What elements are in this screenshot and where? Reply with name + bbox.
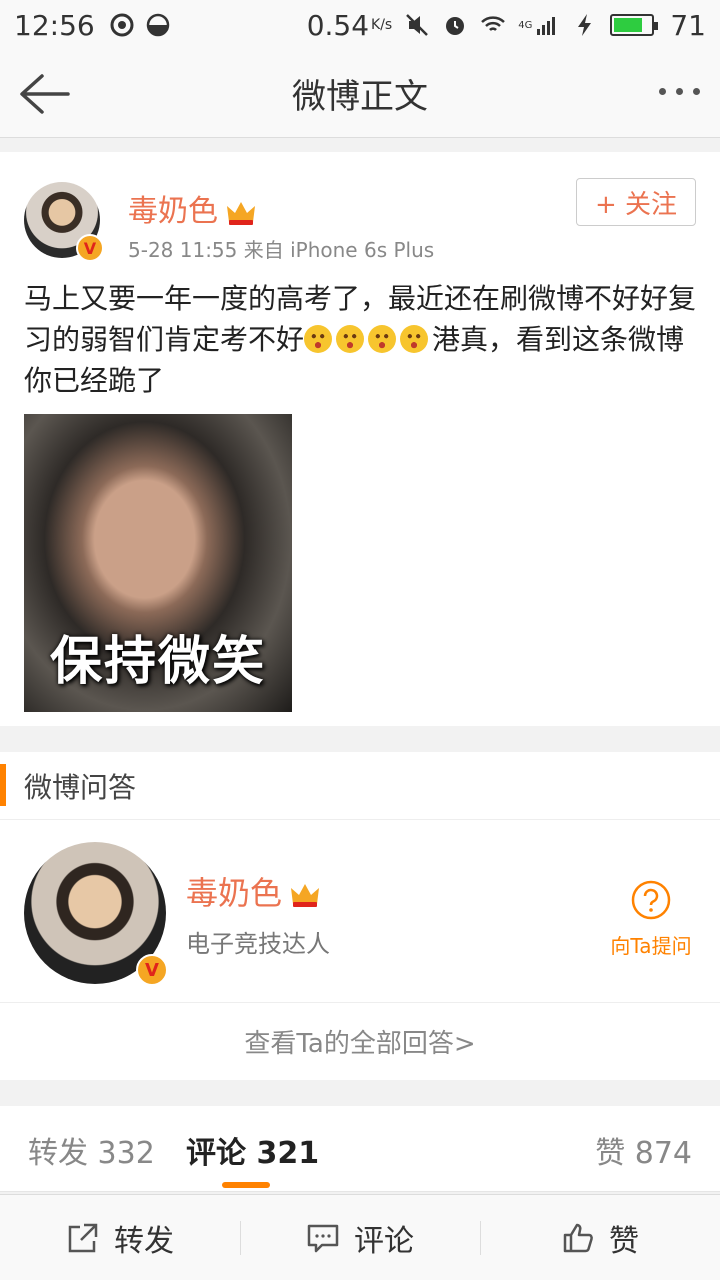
post-meta: 5-28 11:55 来自 iPhone 6s Plus xyxy=(128,238,435,262)
qa-card: 微博问答 V 毒奶色 电子竞技达人 向Ta提问 查看Ta的全部回答> xyxy=(0,752,720,1080)
wifi-icon xyxy=(481,16,506,31)
emoji-icon xyxy=(304,325,333,353)
emoji-icon xyxy=(368,325,397,353)
post-image[interactable]: 保持微笑 xyxy=(24,414,292,712)
verified-badge-icon: V xyxy=(136,954,168,986)
nav-bar: 微博正文 xyxy=(0,50,720,138)
charging-icon xyxy=(578,14,592,36)
net-speed-unit: K/s xyxy=(371,17,393,33)
status-time: 12:56 xyxy=(14,8,95,42)
view-all-answers-link[interactable]: 查看Ta的全部回答> xyxy=(0,1002,720,1080)
tab-repost[interactable]: 转发 332 xyxy=(28,1128,155,1172)
alarm-icon xyxy=(446,17,465,35)
verified-badge-icon: V xyxy=(76,234,104,262)
post-text: 马上又要一年一度的高考了，最近还在刷微博不好好复习的弱智们肯定考不好 港真，看到这… xyxy=(24,282,697,397)
battery-icon xyxy=(610,14,659,36)
bottom-toolbar: 转发 评论 赞 xyxy=(0,1194,720,1280)
tab-comment[interactable]: 评论 321 xyxy=(186,1128,319,1172)
signal-icon xyxy=(537,17,556,35)
back-arrow-icon[interactable] xyxy=(18,72,70,116)
thumbs-up-icon xyxy=(563,1223,593,1252)
qa-name[interactable]: 毒奶色 xyxy=(186,868,320,914)
repost-icon xyxy=(68,1223,98,1252)
tab-like[interactable]: 赞 874 xyxy=(595,1128,692,1172)
sync-icon xyxy=(110,13,134,37)
author-name[interactable]: 毒奶色 xyxy=(128,186,256,230)
image-caption: 保持微笑 xyxy=(49,632,266,692)
half-circle-icon xyxy=(146,13,169,37)
emoji-icon xyxy=(336,325,365,353)
comment-icon xyxy=(307,1224,339,1252)
interaction-tabs: 转发 332 评论 321 赞 874 xyxy=(0,1106,720,1192)
question-icon xyxy=(631,880,671,920)
repost-button[interactable]: 转发 xyxy=(0,1195,240,1280)
like-button[interactable]: 赞 xyxy=(480,1195,720,1280)
crown-badge-icon xyxy=(227,201,255,225)
post-card: V 毒奶色 5-28 11:55 来自 iPhone 6s Plus + 关注 … xyxy=(0,152,720,726)
ask-question-button[interactable]: 向Ta提问 xyxy=(606,880,696,959)
emoji-icon xyxy=(400,325,429,353)
signal-label: 4G xyxy=(518,19,533,31)
tab-active-indicator xyxy=(222,1182,270,1188)
more-options-icon[interactable] xyxy=(659,88,700,95)
follow-button[interactable]: + 关注 xyxy=(576,178,696,226)
page-title: 微博正文 xyxy=(292,77,428,117)
net-speed: 0.54 xyxy=(306,8,370,42)
qa-user-title: 电子竞技达人 xyxy=(186,930,330,958)
comment-button[interactable]: 评论 xyxy=(240,1195,480,1280)
mute-icon xyxy=(406,14,429,36)
crown-badge-icon xyxy=(291,884,320,907)
qa-header: 微博问答 xyxy=(0,752,720,820)
status-bar: 12:56 0.54 K/s 4G 71 xyxy=(0,0,720,50)
battery-level: 71 xyxy=(670,8,706,42)
